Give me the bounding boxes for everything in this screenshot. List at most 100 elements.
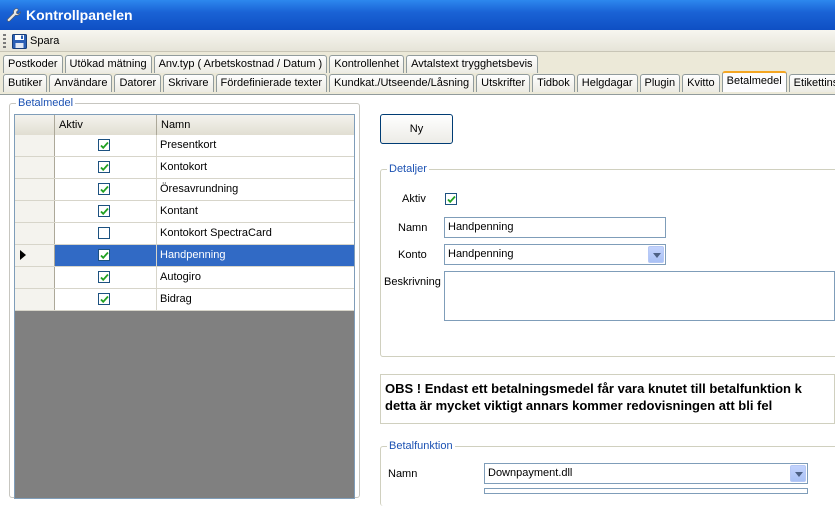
window-title-bar: Kontrollpanelen xyxy=(0,0,835,30)
table-row[interactable]: Öresavrundning xyxy=(15,179,354,201)
row-header[interactable] xyxy=(15,223,55,244)
tab-butiker[interactable]: Butiker xyxy=(3,74,48,92)
tab-helgdagar[interactable]: Helgdagar xyxy=(576,74,638,92)
tab-row-2: Butiker Användare Datorer Skrivare Förde… xyxy=(3,71,835,92)
new-button[interactable]: Ny xyxy=(380,114,453,144)
obs-notice: OBS ! Endast ett betalningsmedel får var… xyxy=(380,374,835,424)
table-row[interactable]: Kontant xyxy=(15,201,354,223)
column-header-namn[interactable]: Namn xyxy=(157,115,354,135)
namn-cell: Handpenning xyxy=(160,249,226,261)
aktiv-cell xyxy=(55,267,157,288)
aktiv-row-checkbox[interactable] xyxy=(98,249,110,261)
namn-cell: Kontokort SpectraCard xyxy=(160,227,272,239)
aktiv-checkbox[interactable] xyxy=(445,193,457,205)
table-row[interactable]: Presentkort xyxy=(15,135,354,157)
konto-label: Konto xyxy=(398,249,427,261)
checkmark-icon xyxy=(447,195,456,204)
table-row[interactable]: Kontokort xyxy=(15,157,354,179)
tab-kontrollenhet[interactable]: Kontrollenhet xyxy=(329,55,405,73)
row-header[interactable] xyxy=(15,135,55,156)
aktiv-row-checkbox[interactable] xyxy=(98,161,110,173)
obs-notice-line-1: OBS ! Endast ett betalningsmedel får var… xyxy=(385,381,802,396)
tab-content-betalmedel: Betalmedel Aktiv Namn Presentkort Kontoko… xyxy=(0,94,835,506)
namn-cell: Kontant xyxy=(160,205,198,217)
current-row-arrow-icon xyxy=(20,250,26,260)
beskrivning-textarea[interactable] xyxy=(444,271,835,321)
namn-cell: Öresavrundning xyxy=(160,183,239,195)
namn-cell: Autogiro xyxy=(160,271,201,283)
tab-kundkat[interactable]: Kundkat./Utseende/Låsning xyxy=(329,74,475,92)
aktiv-row-checkbox[interactable] xyxy=(98,271,110,283)
checkmark-icon xyxy=(100,185,109,194)
tab-fordefinierade-texter[interactable]: Fördefinierade texter xyxy=(215,74,327,92)
table-row[interactable]: Autogiro xyxy=(15,267,354,289)
checkmark-icon xyxy=(100,273,109,282)
tab-postkoder[interactable]: Postkoder xyxy=(3,55,63,73)
betalfunktion-dropdown[interactable]: Downpayment.dll xyxy=(484,463,808,484)
table-row[interactable]: Bidrag xyxy=(15,289,354,311)
namn-cell: Kontokort xyxy=(160,161,208,173)
save-button-label: Spara xyxy=(30,35,60,47)
aktiv-cell xyxy=(55,223,157,244)
chevron-down-icon[interactable] xyxy=(790,465,806,482)
namn-label: Namn xyxy=(398,222,428,234)
betalmedel-group-label: Betalmedel xyxy=(16,97,76,109)
table-row[interactable]: Kontokort SpectraCard xyxy=(15,223,354,245)
tab-tidbok[interactable]: Tidbok xyxy=(532,74,575,92)
toolbar-grip[interactable] xyxy=(3,34,6,48)
row-header[interactable] xyxy=(15,245,55,266)
floppy-disk-icon xyxy=(12,33,27,49)
tab-plugin[interactable]: Plugin xyxy=(639,74,681,92)
grid-header: Aktiv Namn xyxy=(15,115,354,136)
tab-anvandare[interactable]: Användare xyxy=(49,74,113,92)
betalfunktion-secondary-field[interactable] xyxy=(484,488,808,494)
checkmark-icon xyxy=(100,141,109,150)
tab-utskrifter[interactable]: Utskrifter xyxy=(476,74,531,92)
namn-cell: Bidrag xyxy=(160,293,192,305)
aktiv-cell xyxy=(55,245,157,266)
aktiv-cell xyxy=(55,289,157,310)
aktiv-row-checkbox[interactable] xyxy=(98,227,110,239)
aktiv-cell xyxy=(55,179,157,200)
detaljer-group-label: Detaljer xyxy=(387,163,429,175)
tab-skrivare[interactable]: Skrivare xyxy=(163,74,214,92)
konto-dropdown[interactable]: Handpenning xyxy=(444,244,666,265)
row-header[interactable] xyxy=(15,157,55,178)
aktiv-row-checkbox[interactable] xyxy=(98,139,110,151)
checkmark-icon xyxy=(100,251,109,260)
toolbar: Spara xyxy=(0,30,835,52)
tab-row-1: Postkoder Utökad mätning Anv.typ ( Arbet… xyxy=(3,55,540,73)
betalfunktion-dropdown-value: Downpayment.dll xyxy=(488,467,573,479)
tab-kvitto[interactable]: Kvitto xyxy=(682,74,720,92)
chevron-down-icon[interactable] xyxy=(648,246,664,263)
save-button[interactable]: Spara xyxy=(12,32,59,50)
tab-strip: Postkoder Utökad mätning Anv.typ ( Arbet… xyxy=(0,52,835,94)
checkmark-icon xyxy=(100,207,109,216)
konto-dropdown-value: Handpenning xyxy=(448,248,514,260)
row-header[interactable] xyxy=(15,267,55,288)
obs-notice-line-2: detta är mycket viktigt annars kommer re… xyxy=(385,398,773,413)
aktiv-label: Aktiv xyxy=(402,193,426,205)
tab-anv-typ[interactable]: Anv.typ ( Arbetskostnad / Datum ) xyxy=(153,55,328,73)
namn-input[interactable]: Handpenning xyxy=(444,217,666,238)
checkmark-icon xyxy=(100,163,109,172)
aktiv-row-checkbox[interactable] xyxy=(98,183,110,195)
column-header-aktiv[interactable]: Aktiv xyxy=(55,115,157,135)
betalmedel-grid[interactable]: Aktiv Namn Presentkort Kontokort Öresavrun… xyxy=(14,114,355,499)
betalfunktion-group-label: Betalfunktion xyxy=(387,440,455,452)
tab-utokad-matning[interactable]: Utökad mätning xyxy=(64,55,152,73)
aktiv-row-checkbox[interactable] xyxy=(98,205,110,217)
tab-betalmedel[interactable]: Betalmedel xyxy=(721,71,787,92)
tab-etikettinstallningar[interactable]: Etikettinställ xyxy=(788,74,835,92)
tab-datorer[interactable]: Datorer xyxy=(114,74,162,92)
betalmedel-group: Betalmedel Aktiv Namn Presentkort Kontoko… xyxy=(9,97,360,499)
row-header[interactable] xyxy=(15,179,55,200)
wrench-icon xyxy=(7,8,21,22)
row-header[interactable] xyxy=(15,289,55,310)
table-row[interactable]: Handpenning xyxy=(15,245,354,267)
tab-avtalstext[interactable]: Avtalstext trygghetsbevis xyxy=(406,55,538,73)
betalfunktion-namn-label: Namn xyxy=(388,468,418,480)
aktiv-row-checkbox[interactable] xyxy=(98,293,110,305)
window-title: Kontrollpanelen xyxy=(26,7,133,23)
row-header[interactable] xyxy=(15,201,55,222)
